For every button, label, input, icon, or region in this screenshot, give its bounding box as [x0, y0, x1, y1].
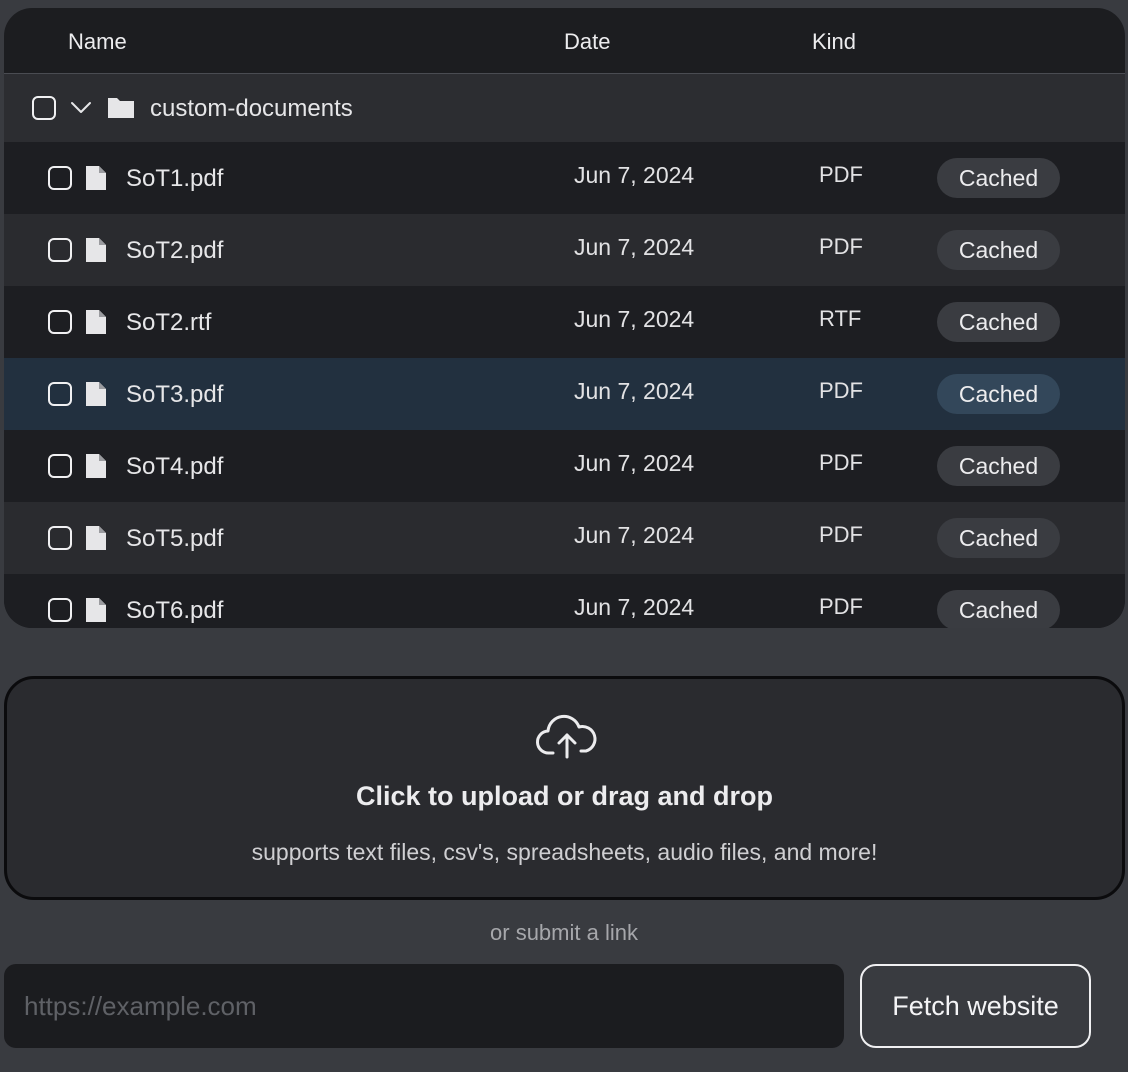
file-icon: [86, 598, 106, 622]
folder-checkbox[interactable]: [32, 96, 56, 120]
file-name: SoT2.pdf: [126, 237, 224, 264]
status-badge: Cached: [937, 518, 1060, 558]
status-badge: Cached: [937, 230, 1060, 270]
file-name: SoT2.rtf: [126, 309, 212, 336]
file-name: SoT6.pdf: [126, 597, 224, 624]
table-row[interactable]: SoT2.pdf Jun 7, 2024 PDF Cached: [4, 214, 1125, 286]
file-date: Jun 7, 2024: [574, 378, 695, 404]
file-icon: [86, 310, 106, 334]
table-row[interactable]: SoT4.pdf Jun 7, 2024 PDF Cached: [4, 430, 1125, 502]
file-date: Jun 7, 2024: [574, 162, 695, 188]
table-header: Name Date Kind: [4, 8, 1125, 74]
file-name: SoT4.pdf: [126, 453, 224, 480]
status-badge: Cached: [937, 302, 1060, 342]
row-checkbox[interactable]: [48, 166, 72, 190]
file-icon: [86, 454, 106, 478]
fetch-website-button[interactable]: Fetch website: [860, 964, 1091, 1048]
file-date: Jun 7, 2024: [574, 522, 695, 548]
file-kind: PDF: [819, 450, 863, 475]
upload-subtitle: supports text files, csv's, spreadsheets…: [251, 839, 878, 865]
file-kind: PDF: [819, 522, 863, 547]
file-name: SoT5.pdf: [126, 525, 224, 552]
file-kind: RTF: [819, 306, 862, 331]
file-date: Jun 7, 2024: [574, 306, 695, 332]
table-row[interactable]: SoT6.pdf Jun 7, 2024 PDF Cached: [4, 574, 1125, 628]
file-kind: PDF: [819, 594, 863, 619]
row-checkbox[interactable]: [48, 310, 72, 334]
row-checkbox[interactable]: [48, 382, 72, 406]
file-date: Jun 7, 2024: [574, 234, 695, 260]
file-icon: [86, 382, 106, 406]
status-badge: Cached: [937, 446, 1060, 486]
file-icon: [86, 238, 106, 262]
file-name: SoT3.pdf: [126, 381, 224, 408]
upload-title: Click to upload or drag and drop: [355, 781, 773, 811]
folder-icon: [108, 98, 134, 118]
table-row[interactable]: SoT2.rtf Jun 7, 2024 RTF Cached: [4, 286, 1125, 358]
file-name: SoT1.pdf: [126, 165, 224, 192]
row-checkbox[interactable]: [48, 598, 72, 622]
cloud-upload-icon: [536, 714, 597, 759]
row-checkbox[interactable]: [48, 526, 72, 550]
file-date: Jun 7, 2024: [574, 594, 695, 620]
url-input[interactable]: [4, 964, 844, 1048]
status-badge: Cached: [937, 374, 1060, 414]
upload-dropzone[interactable]: Click to upload or drag and drop support…: [4, 676, 1125, 900]
file-kind: PDF: [819, 162, 863, 187]
table-row[interactable]: SoT1.pdf Jun 7, 2024 PDF Cached: [4, 142, 1125, 214]
row-checkbox[interactable]: [48, 454, 72, 478]
folder-row[interactable]: custom-documents: [4, 74, 1125, 142]
status-badge: Cached: [937, 158, 1060, 198]
column-header-date[interactable]: Date: [564, 29, 610, 55]
file-kind: PDF: [819, 378, 863, 403]
column-header-kind[interactable]: Kind: [812, 29, 856, 55]
chevron-down-icon[interactable]: [68, 94, 94, 120]
file-icon: [86, 166, 106, 190]
file-icon: [86, 526, 106, 550]
status-badge: Cached: [937, 590, 1060, 628]
row-checkbox[interactable]: [48, 238, 72, 262]
file-date: Jun 7, 2024: [574, 450, 695, 476]
folder-name: custom-documents: [150, 95, 353, 122]
file-kind: PDF: [819, 234, 863, 259]
table-row[interactable]: SoT3.pdf Jun 7, 2024 PDF Cached: [4, 358, 1125, 430]
file-table: Name Date Kind custom-documents SoT1.pdf…: [4, 8, 1125, 628]
column-header-name[interactable]: Name: [68, 29, 127, 55]
table-row[interactable]: SoT5.pdf Jun 7, 2024 PDF Cached: [4, 502, 1125, 574]
link-divider-text: or submit a link: [490, 920, 638, 945]
